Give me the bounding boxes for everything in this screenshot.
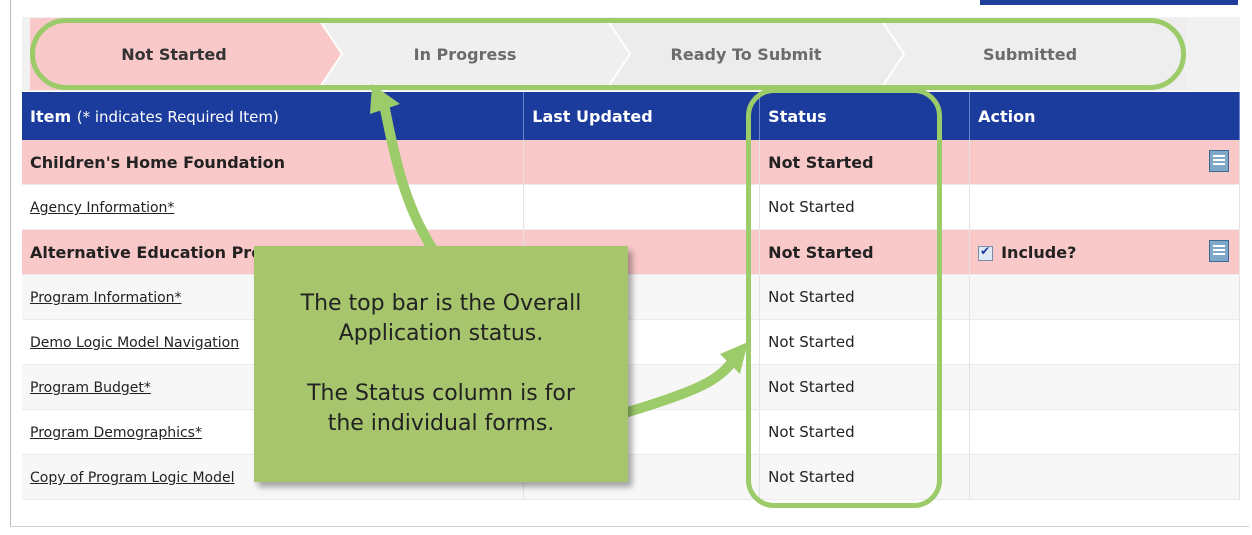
callout-line: the individual forms. — [327, 411, 555, 436]
callout-line: The Status column is for — [307, 381, 575, 406]
callout-line: The top bar is the Overall — [300, 291, 582, 316]
annotation-callout: The top bar is the Overall Application s… — [254, 246, 628, 482]
callout-line: Application status. — [338, 321, 544, 346]
